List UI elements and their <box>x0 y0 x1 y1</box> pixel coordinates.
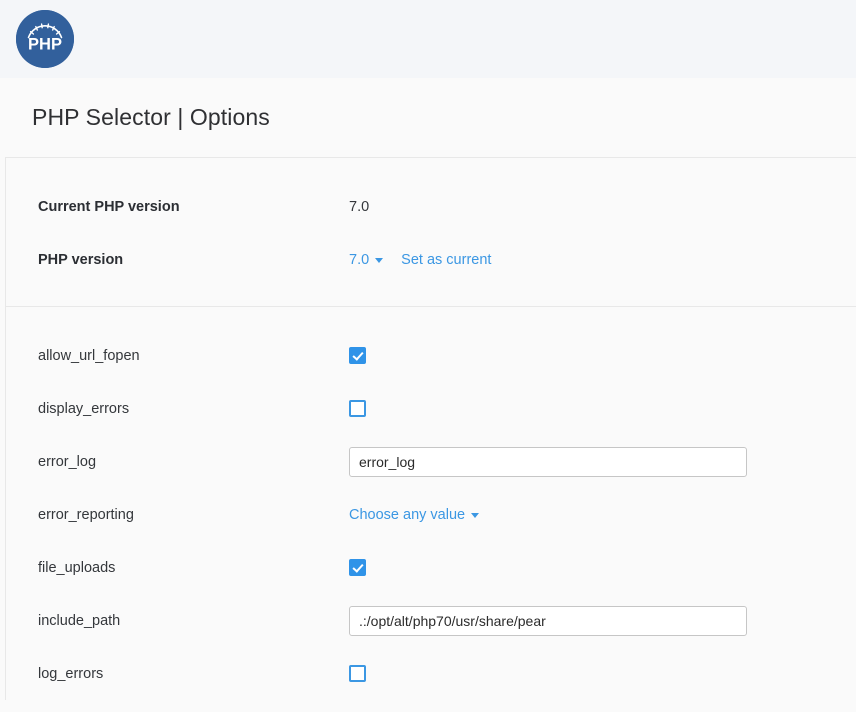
row-current-php-version: Current PHP version 7.0 <box>6 180 856 233</box>
php-version-label: PHP version <box>38 251 124 268</box>
option-row-log-errors: log_errors <box>6 647 856 700</box>
set-as-current-link[interactable]: Set as current <box>401 252 491 268</box>
checkbox-file-uploads[interactable] <box>349 559 366 576</box>
include-path-input[interactable] <box>349 605 747 636</box>
option-control-include-path <box>349 605 856 636</box>
option-row-display-errors: display_errors <box>6 382 856 435</box>
option-row-file-uploads: file_uploads <box>6 541 856 594</box>
options-panel: Current PHP version 7.0 PHP version 7.0 … <box>5 157 856 700</box>
php-options-section: allow_url_fopen display_errors error_log… <box>6 307 856 700</box>
current-php-version-label: Current PHP version <box>38 198 180 215</box>
error-reporting-dropdown[interactable]: Choose any value <box>349 506 480 523</box>
checkbox-log-errors[interactable] <box>349 665 366 682</box>
option-label-log-errors: log_errors <box>38 665 104 682</box>
option-label-file-uploads: file_uploads <box>38 559 116 576</box>
chevron-down-icon <box>375 258 384 263</box>
page-title: PHP Selector | Options <box>32 104 270 130</box>
row-php-version-selector: PHP version 7.0 Set as current <box>6 233 856 286</box>
option-label-allow-url-fopen: allow_url_fopen <box>38 347 140 364</box>
svg-text:PHP: PHP <box>28 36 62 54</box>
current-php-version-value: 7.0 <box>349 198 370 215</box>
option-label-error-log: error_log <box>38 453 97 470</box>
option-row-include-path: include_path <box>6 594 856 647</box>
option-row-error-log: error_log <box>6 435 856 488</box>
option-control-file-uploads <box>349 559 856 576</box>
option-control-allow-url-fopen <box>349 347 856 364</box>
option-control-display-errors <box>349 400 856 417</box>
checkbox-display-errors[interactable] <box>349 400 366 417</box>
php-gauge-logo-icon: PHP <box>16 10 74 68</box>
chevron-down-icon <box>471 513 480 518</box>
php-version-section: Current PHP version 7.0 PHP version 7.0 … <box>6 158 856 307</box>
checkbox-allow-url-fopen[interactable] <box>349 347 366 364</box>
error-log-input[interactable] <box>349 446 747 477</box>
app-header-band: PHP <box>0 0 856 78</box>
option-label-display-errors: display_errors <box>38 400 130 417</box>
php-version-controls: 7.0 Set as current <box>349 252 856 268</box>
php-version-dropdown[interactable]: 7.0 <box>349 251 384 268</box>
option-control-error-reporting: Choose any value <box>349 507 856 523</box>
option-label-error-reporting: error_reporting <box>38 506 134 523</box>
php-version-dropdown-value: 7.0 <box>349 251 370 268</box>
option-label-include-path: include_path <box>38 612 121 629</box>
option-row-allow-url-fopen: allow_url_fopen <box>6 329 856 382</box>
option-control-error-log <box>349 446 856 477</box>
option-control-log-errors <box>349 665 856 682</box>
option-row-error-reporting: error_reporting Choose any value <box>6 488 856 541</box>
error-reporting-dropdown-value: Choose any value <box>349 506 466 523</box>
